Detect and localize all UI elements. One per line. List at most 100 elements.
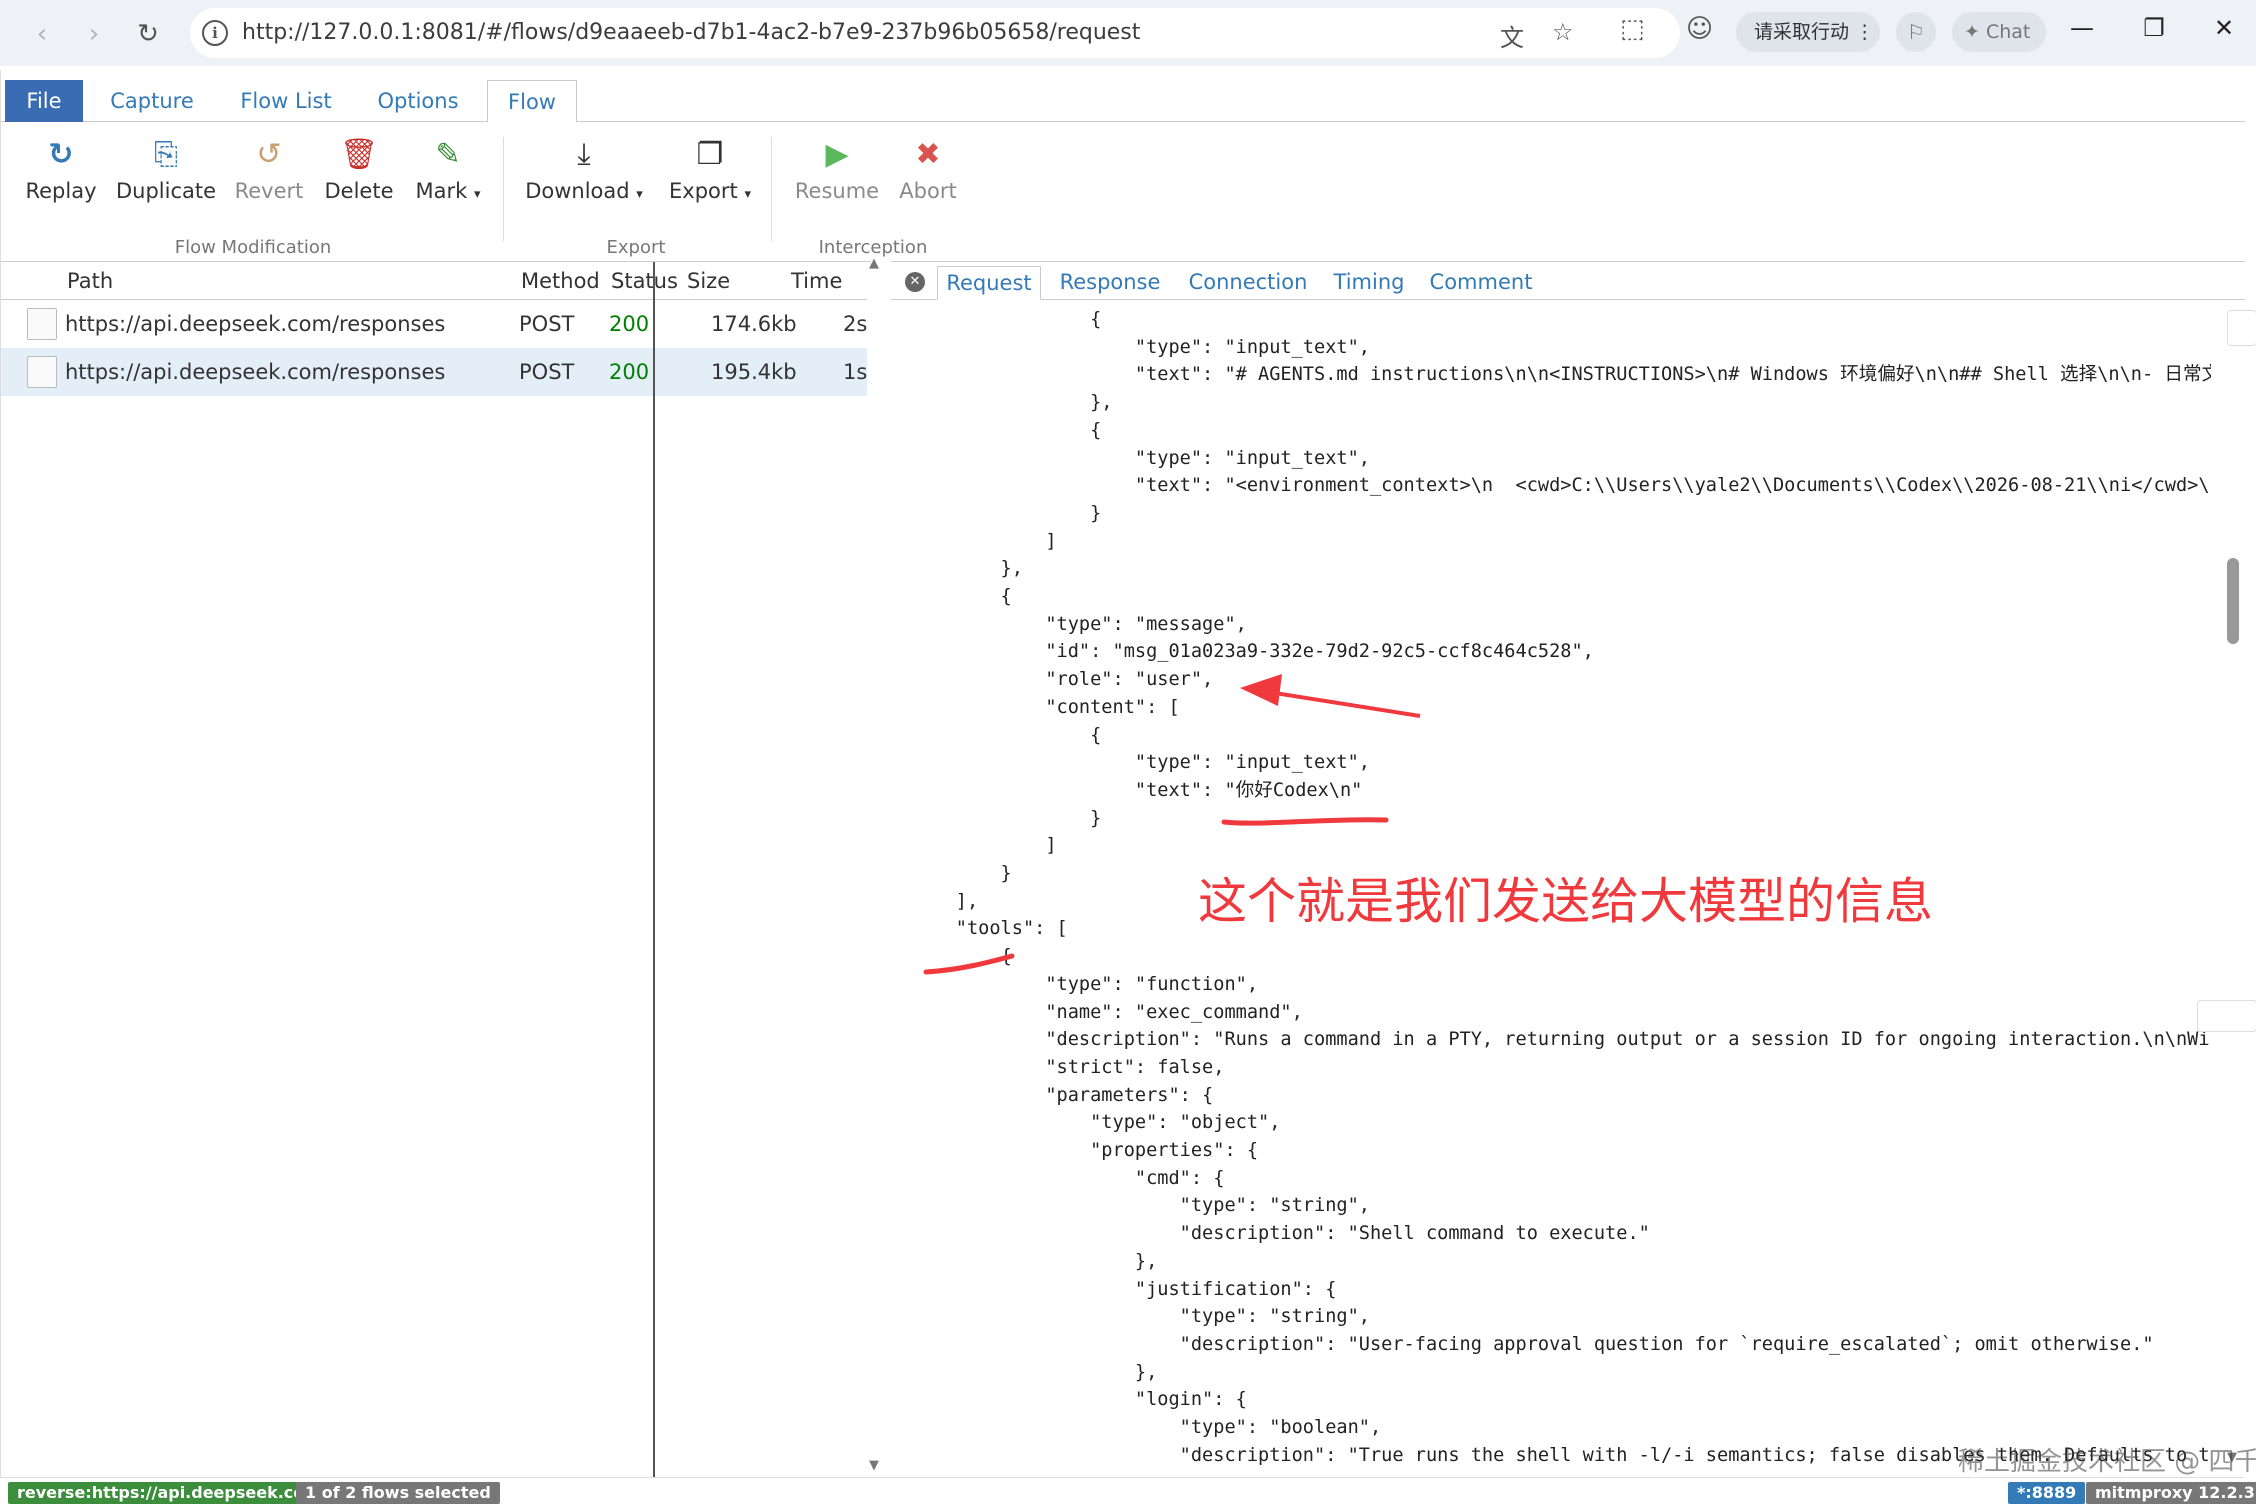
site-info-icon[interactable]: i	[202, 20, 228, 46]
duplicate-icon: ⎘	[154, 137, 178, 172]
col-time-header[interactable]: Time	[791, 262, 842, 300]
code-line: "strict": false,	[911, 1056, 1225, 1078]
request-body-viewer[interactable]: { "type": "input_text", "text": "# AGENT…	[911, 306, 2211, 1472]
code-line: "text": "你好Codex\n"	[911, 779, 1363, 801]
flow-path: https://api.deepseek.com/responses	[65, 360, 446, 384]
chat-button[interactable]: ✦ Chat	[1952, 12, 2046, 52]
extensions-icon[interactable]: ⬚	[1620, 14, 1645, 44]
address-bar[interactable]: i http://127.0.0.1:8081/#/flows/d9eaaeeb…	[190, 8, 1680, 58]
bookmark-star-icon[interactable]: ☆	[1552, 18, 1574, 46]
code-line: "type": "message",	[911, 613, 1247, 635]
flow-table-header: Path Method Status Size Time	[1, 262, 867, 300]
close-window-icon[interactable]: ✕	[2204, 14, 2244, 42]
code-line: "description": "Runs a command in a PTY,…	[911, 1029, 2211, 1051]
code-line: "type": "input_text",	[911, 336, 1370, 358]
delete-button[interactable]: 🗑 Delete	[319, 135, 399, 203]
revert-button[interactable]: ↺ Revert	[231, 135, 307, 203]
flow-time: 2s	[843, 312, 868, 336]
tab-timing[interactable]: Timing	[1323, 266, 1415, 300]
flow-path: https://api.deepseek.com/responses	[65, 312, 446, 336]
play-icon: ▶	[825, 137, 849, 172]
forward-icon[interactable]: ›	[72, 12, 116, 56]
col-method-header[interactable]: Method	[521, 262, 600, 300]
tab-connection[interactable]: Connection	[1183, 266, 1313, 300]
action-pill-label: 请采取行动	[1754, 21, 1850, 43]
code-line: "type": "string",	[911, 1195, 1370, 1217]
code-line: "content": [	[911, 696, 1180, 718]
export-label: Export	[669, 179, 738, 203]
code-line: {	[911, 586, 1012, 607]
chat-label: Chat	[1985, 21, 2031, 43]
code-line: "type": "string",	[911, 1306, 1370, 1328]
action-pill[interactable]: 请采取行动 ⋮	[1736, 12, 1880, 52]
code-line: "cmd": {	[911, 1167, 1225, 1189]
back-icon[interactable]: ‹	[20, 12, 64, 56]
minimize-icon[interactable]: —	[2062, 14, 2102, 42]
detail-scrollbar[interactable]: ▼	[2221, 300, 2245, 1480]
tab-capture[interactable]: Capture	[97, 80, 207, 122]
version-badge: mitmproxy 12.2.3	[2086, 1482, 2256, 1504]
export-button[interactable]: ❐ Export ▾	[663, 135, 757, 203]
column-divider	[653, 262, 655, 1482]
profile-icon[interactable]: ☺	[1686, 14, 1713, 44]
download-label: Download	[525, 179, 630, 203]
side-handle[interactable]	[2197, 1000, 2256, 1032]
group-separator	[503, 137, 504, 241]
code-line: "type": "boolean",	[911, 1417, 1382, 1438]
lightbulb-icon[interactable]: ⚐	[1896, 12, 1936, 52]
trash-icon: 🗑	[339, 137, 379, 172]
duplicate-button[interactable]: ⎘ Duplicate	[113, 135, 219, 203]
flow-row[interactable]: https://api.deepseek.com/responses POST …	[1, 348, 867, 396]
scroll-down-icon[interactable]: ▼	[869, 1458, 879, 1473]
tab-options[interactable]: Options	[363, 80, 473, 122]
scroll-up-icon[interactable]: ▲	[869, 256, 879, 271]
abort-button[interactable]: ✖ Abort	[893, 135, 963, 203]
code-line: "type": "function",	[911, 973, 1259, 995]
caret-down-icon: ▾	[473, 187, 481, 202]
tab-flow-list[interactable]: Flow List	[229, 80, 343, 122]
code-line: "properties": {	[911, 1140, 1259, 1161]
code-line: "login": {	[911, 1389, 1247, 1411]
flow-table-scrollbar[interactable]: ▲ ▼	[867, 256, 887, 1482]
code-line: {	[911, 419, 1102, 441]
tab-file[interactable]: File	[5, 80, 83, 122]
code-line: "type": "input_text",	[911, 447, 1370, 469]
watermark: 稀土掘金技术社区 @ 四千岁	[1958, 1447, 2256, 1477]
code-line: ]	[911, 530, 1057, 552]
sparkle-icon: ✦	[1964, 21, 1980, 43]
flow-row-checkbox[interactable]	[27, 308, 57, 340]
flow-size: 174.6kb	[711, 312, 797, 336]
tab-flow[interactable]: Flow	[487, 80, 577, 123]
col-path-header[interactable]: Path	[67, 262, 113, 300]
export-copy-icon: ❐	[696, 137, 724, 172]
status-bar: reverse:https://api.deepseek.com 1 of 2 …	[0, 1477, 2256, 1506]
paintbrush-icon: ✎	[435, 137, 461, 172]
side-handle[interactable]	[2227, 310, 2256, 346]
tab-request[interactable]: Request	[937, 266, 1041, 300]
replay-button[interactable]: ↻ Replay	[21, 135, 101, 203]
col-size-header[interactable]: Size	[687, 262, 730, 300]
duplicate-label: Duplicate	[115, 179, 217, 203]
download-button[interactable]: ⤓ Download ▾	[521, 135, 647, 203]
mitmweb-app: File Capture Flow List Options Flow ↻ Re…	[0, 70, 2256, 1506]
close-detail-icon[interactable]: ✕	[905, 272, 925, 292]
code-line: "description": "Shell command to execute…	[911, 1223, 1650, 1245]
code-line: "type": "input_text",	[911, 752, 1370, 774]
flow-row[interactable]: https://api.deepseek.com/responses POST …	[1, 300, 867, 348]
translate-icon[interactable]: 文	[1500, 18, 1524, 53]
reload-icon[interactable]: ↻	[126, 12, 170, 56]
col-status-header[interactable]: Status	[611, 262, 678, 300]
revert-label: Revert	[234, 179, 304, 203]
code-line: {	[911, 724, 1102, 746]
group-label-flow-modification: Flow Modification	[174, 237, 332, 258]
url-text[interactable]: http://127.0.0.1:8081/#/flows/d9eaaeeb-d…	[242, 20, 1140, 45]
resume-label: Resume	[794, 179, 880, 203]
restore-icon[interactable]: ❐	[2134, 14, 2174, 42]
tab-comment[interactable]: Comment	[1421, 266, 1541, 300]
mark-button[interactable]: ✎ Mark ▾	[411, 135, 485, 203]
code-line: "type": "object",	[911, 1112, 1281, 1134]
resume-button[interactable]: ▶ Resume	[789, 135, 885, 203]
tab-response[interactable]: Response	[1053, 266, 1167, 300]
scroll-thumb[interactable]	[2227, 558, 2239, 644]
flow-row-checkbox[interactable]	[27, 356, 57, 388]
